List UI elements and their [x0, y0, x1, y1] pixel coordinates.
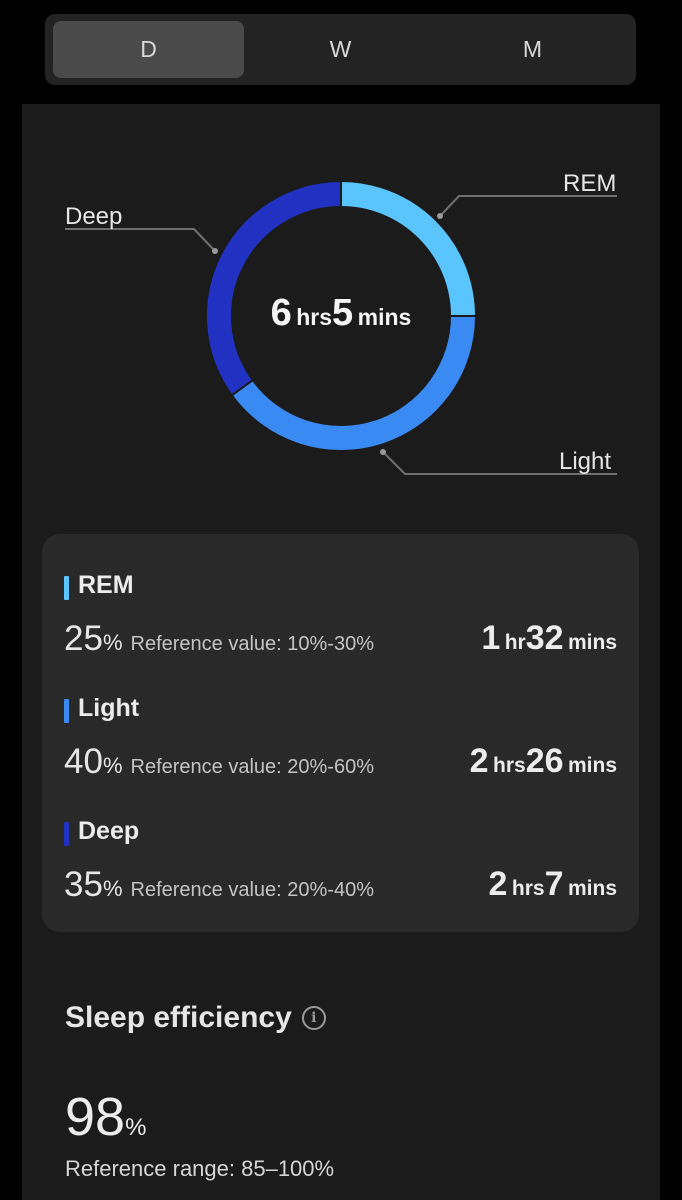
total-hours-unit: hrs: [296, 304, 333, 330]
efficiency-unit: %: [125, 1114, 147, 1141]
stage-reference: Reference value: 10%-30%: [130, 633, 374, 655]
stage-percent-value: 25: [64, 619, 103, 658]
sleep-efficiency-value: 98%: [65, 1086, 146, 1148]
stage-minutes-unit: mins: [567, 877, 617, 900]
sleep-efficiency-title: Sleep efficiency: [65, 1001, 292, 1034]
stage-reference: Reference value: 20%-60%: [130, 756, 374, 778]
stage-row-light: Light 40% Reference value: 20%-60% 2 hrs2…: [42, 692, 639, 802]
stage-percent: 25% Reference value: 10%-30%: [64, 619, 374, 659]
stage-name: REM: [78, 571, 134, 599]
total-sleep-duration: 6 hrs5 mins: [193, 292, 489, 335]
light-color-bar: [64, 699, 69, 723]
stage-duration: 2 hrs26 mins: [470, 742, 617, 781]
stage-name: Deep: [78, 817, 140, 845]
stage-minutes: 32: [525, 619, 564, 657]
stage-percent-unit: %: [102, 753, 123, 778]
rem-color-bar: [64, 576, 69, 600]
stage-duration: 1 hr32 mins: [481, 619, 617, 658]
stage-hours: 1: [481, 619, 501, 657]
sleep-card: REM Deep Light 6 hrs5 mins REM 25% Refere…: [22, 104, 660, 1200]
tab-day[interactable]: D: [53, 21, 244, 78]
stage-percent-unit: %: [102, 876, 123, 901]
total-minutes: 5: [332, 292, 354, 334]
stage-minutes-unit: mins: [567, 631, 617, 654]
sleep-report-screen: D W M REM Deep Light 6 hrs5 mins REM 25%…: [0, 0, 682, 1200]
light-leader-dot: [380, 449, 386, 455]
donut-label-light: Light: [559, 448, 612, 475]
stage-hours-unit: hrs: [493, 754, 526, 777]
stage-percent: 40% Reference value: 20%-60%: [64, 742, 374, 782]
stage-breakdown-panel: REM 25% Reference value: 10%-30% 1 hr32 m…: [42, 534, 639, 932]
efficiency-number: 98: [65, 1087, 126, 1147]
deep-leader-line: [65, 228, 216, 252]
stage-duration: 2 hrs7 mins: [489, 865, 617, 904]
deep-leader-dot: [212, 248, 218, 254]
stage-name: Light: [78, 694, 140, 722]
sleep-stage-donut: REM Deep Light 6 hrs5 mins: [22, 104, 660, 504]
tab-month[interactable]: M: [437, 21, 628, 78]
stage-reference: Reference value: 20%-40%: [130, 879, 374, 901]
rem-leader-dot: [437, 213, 443, 219]
period-tabs: D W M: [45, 14, 636, 85]
stage-percent-value: 40: [64, 742, 103, 781]
deep-color-bar: [64, 822, 69, 846]
total-hours: 6: [270, 292, 292, 334]
stage-minutes: 26: [525, 742, 564, 780]
donut-segment-deep: [205, 179, 342, 397]
stage-minutes-unit: mins: [567, 754, 617, 777]
info-icon[interactable]: i: [301, 1006, 326, 1030]
tab-week[interactable]: W: [245, 21, 436, 78]
stage-hours: 2: [488, 865, 508, 903]
stage-percent-unit: %: [102, 630, 123, 655]
stage-percent: 35% Reference value: 20%-40%: [64, 865, 374, 905]
stage-minutes: 7: [544, 865, 564, 903]
sleep-efficiency-reference: Reference range: 85–100%: [65, 1156, 335, 1181]
stage-hours: 2: [469, 742, 489, 780]
sleep-efficiency-heading: Sleep efficiency i: [65, 1001, 326, 1035]
stage-row-rem: REM 25% Reference value: 10%-30% 1 hr32 m…: [42, 569, 639, 679]
stage-hours-unit: hrs: [511, 877, 545, 900]
stage-percent-value: 35: [64, 865, 103, 904]
total-minutes-unit: mins: [357, 304, 412, 330]
stage-row-deep: Deep 35% Reference value: 20%-40% 2 hrs7 …: [42, 815, 639, 925]
donut-segment-light: [230, 315, 478, 452]
rem-leader-line: [439, 195, 617, 217]
donut-label-deep: Deep: [65, 203, 123, 230]
donut-label-rem: REM: [563, 170, 617, 197]
stage-hours-unit: hr: [504, 631, 526, 654]
